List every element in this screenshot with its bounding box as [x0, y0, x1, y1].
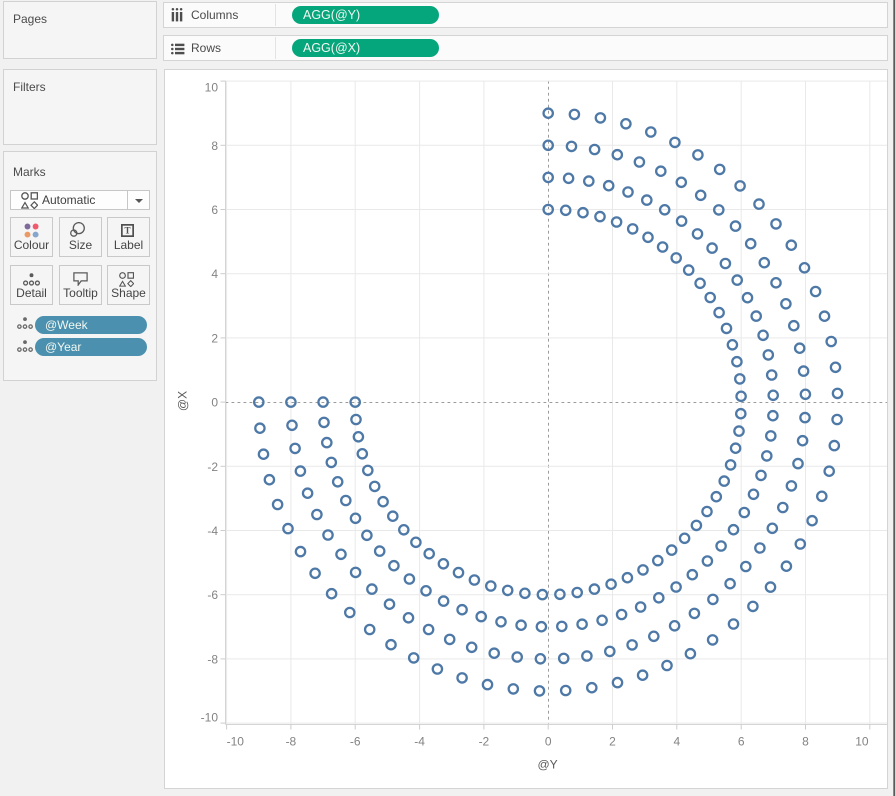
svg-text:-10: -10	[227, 735, 245, 749]
svg-text:-10: -10	[201, 711, 219, 725]
svg-text:-2: -2	[479, 735, 490, 749]
svg-text:4: 4	[673, 735, 680, 749]
svg-text:2: 2	[211, 331, 218, 345]
svg-text:-2: -2	[207, 460, 218, 474]
svg-text:-4: -4	[414, 735, 425, 749]
svg-text:2: 2	[609, 735, 616, 749]
svg-text:-8: -8	[286, 735, 297, 749]
svg-text:-4: -4	[207, 524, 218, 538]
svg-text:-8: -8	[207, 652, 218, 666]
svg-text:10: 10	[205, 81, 219, 95]
svg-text:@X: @X	[175, 391, 189, 411]
svg-text:8: 8	[211, 139, 218, 153]
svg-text:0: 0	[211, 396, 218, 410]
svg-text:@Y: @Y	[538, 758, 558, 772]
svg-text:-6: -6	[350, 735, 361, 749]
svg-text:4: 4	[211, 267, 218, 281]
svg-text:T: T	[124, 225, 130, 235]
svg-text:8: 8	[802, 735, 809, 749]
svg-text:0: 0	[545, 735, 552, 749]
svg-text:-6: -6	[207, 588, 218, 602]
svg-text:6: 6	[211, 203, 218, 217]
svg-text:10: 10	[855, 735, 869, 749]
svg-text:6: 6	[738, 735, 745, 749]
